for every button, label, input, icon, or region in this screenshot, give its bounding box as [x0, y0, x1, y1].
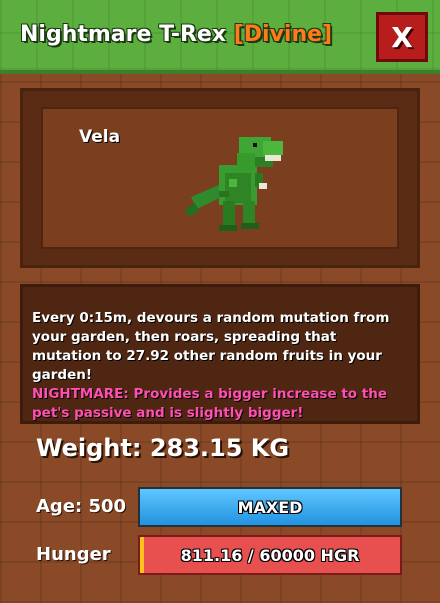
- age-bar-value: MAXED: [237, 497, 303, 517]
- pet-passive-description: Every 0:15m, devours a random mutation f…: [32, 310, 390, 383]
- age-bar: MAXED: [138, 487, 402, 527]
- mutation-name: NIGHTMARE:: [32, 386, 129, 402]
- hunger-label: Hunger: [36, 544, 111, 565]
- pet-preview-viewport: Vela: [41, 107, 399, 249]
- pet-weight: Weight: 283.15 KG: [36, 434, 290, 462]
- pet-info-panel: Nightmare T-Rex [Divine] X Vela Every 0:…: [0, 0, 440, 603]
- rarity-label: [Divine]: [233, 22, 333, 47]
- pet-variant-label: Vela: [79, 127, 121, 147]
- hunger-bar: 811.16 / 60000 HGR: [138, 535, 402, 575]
- close-icon: X: [391, 20, 413, 54]
- pet-description-box: Every 0:15m, devours a random mutation f…: [20, 284, 420, 424]
- panel-header: Nightmare T-Rex [Divine] X: [0, 0, 440, 74]
- trex-model-image: [185, 137, 283, 231]
- hunger-bar-value: 811.16 / 60000 HGR: [180, 545, 360, 565]
- pet-title: Nightmare T-Rex [Divine]: [20, 22, 332, 47]
- hunger-bar-fill: [140, 537, 144, 573]
- close-button[interactable]: X: [376, 12, 428, 62]
- pet-name: Nightmare T-Rex: [20, 22, 227, 47]
- pet-preview-frame: Vela: [20, 88, 420, 268]
- age-label: Age: 500: [36, 496, 127, 517]
- mutation-description: NIGHTMARE: Provides a bigger increase to…: [32, 385, 409, 423]
